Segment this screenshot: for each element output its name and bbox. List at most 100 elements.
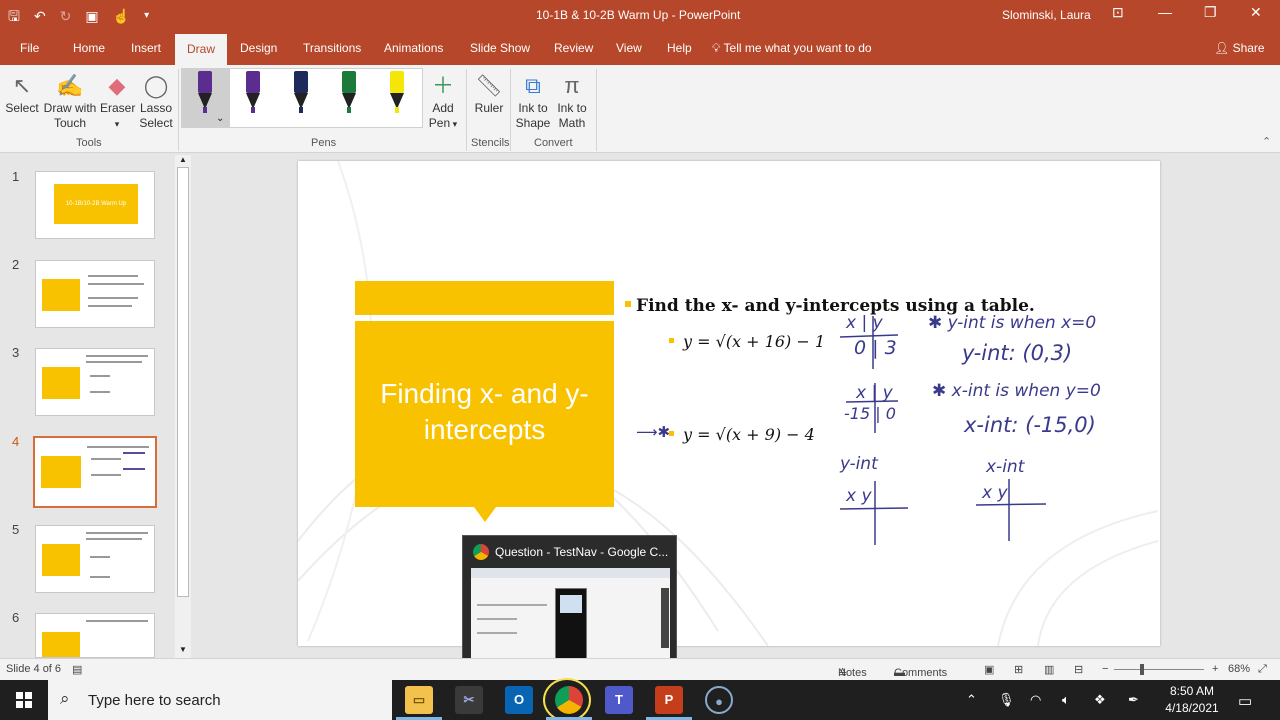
- zoom-in-button[interactable]: +: [1212, 663, 1218, 675]
- tab-transitions[interactable]: Transitions: [303, 41, 361, 55]
- accessibility-icon[interactable]: ▤: [72, 663, 82, 676]
- tab-slide-show[interactable]: Slide Show: [470, 41, 530, 55]
- pen-1[interactable]: [194, 71, 216, 125]
- microphone-icon[interactable]: 🎙︎: [998, 692, 1015, 708]
- volume-icon[interactable]: 🔈︎: [1062, 692, 1070, 708]
- thumb-text-line: [87, 446, 149, 448]
- tell-me-search[interactable]: 💡︎ Tell me what you want to do: [712, 41, 872, 56]
- minimize-icon[interactable]: —: [1158, 4, 1172, 20]
- group-label-pens: Pens: [311, 137, 337, 149]
- highlighter-pen[interactable]: [386, 71, 408, 125]
- close-icon[interactable]: ✕: [1250, 4, 1262, 21]
- show-hidden-icons-icon[interactable]: ⌃: [966, 692, 977, 708]
- share-button[interactable]: 👤︎ Share: [1214, 41, 1265, 55]
- ruler-button[interactable]: 📏︎ Ruler: [472, 71, 506, 116]
- thumbnail-slide-4[interactable]: [33, 436, 157, 508]
- tab-animations[interactable]: Animations: [384, 41, 443, 55]
- zoom-slider-thumb[interactable]: [1140, 664, 1144, 675]
- taskbar-clock[interactable]: 8:50 AM 4/18/2021: [1160, 683, 1224, 717]
- cursor-highlight-ring: [543, 678, 591, 720]
- start-button[interactable]: [0, 680, 48, 720]
- wifi-icon[interactable]: ◠: [1030, 692, 1041, 708]
- zoom-slider-track[interactable]: [1114, 669, 1204, 670]
- pen-4[interactable]: [338, 71, 360, 125]
- thumbnail-slide-3[interactable]: [35, 348, 155, 416]
- cortana-icon[interactable]: ●: [705, 686, 733, 714]
- add-pen-button[interactable]: ＋ Add Pen ▾: [426, 71, 460, 132]
- preview-toolbar: [471, 568, 670, 578]
- redo-icon[interactable]: ↻: [60, 6, 72, 26]
- ink-to-math-button[interactable]: π Ink to Math: [554, 71, 590, 131]
- outlook-icon[interactable]: O: [505, 686, 533, 714]
- select-button[interactable]: ↖ Select: [5, 71, 39, 116]
- undo-icon[interactable]: ↶: [34, 6, 46, 26]
- tab-file[interactable]: File: [20, 41, 39, 55]
- scrollbar-thumb[interactable]: [177, 167, 189, 597]
- thumb-title-box: [41, 456, 81, 488]
- taskbar-window-preview[interactable]: Question - TestNav - Google C...: [462, 535, 677, 678]
- eraser-button[interactable]: ◆ Eraser ▾: [100, 71, 135, 132]
- taskbar-search[interactable]: ⌕ Type here to search: [48, 680, 392, 720]
- calculator-image: [555, 588, 587, 668]
- teams-icon[interactable]: T: [605, 686, 633, 714]
- zoom-level[interactable]: 68%: [1228, 663, 1250, 675]
- save-icon[interactable]: 🖫: [8, 6, 20, 26]
- tab-insert[interactable]: Insert: [131, 41, 161, 55]
- collapse-ribbon-icon[interactable]: ⌃: [1262, 135, 1271, 148]
- thumbnail-slide-5[interactable]: [35, 525, 155, 593]
- equation-2[interactable]: y = √(x + 9) − 4: [669, 425, 815, 444]
- thumbnail-slide-2[interactable]: [35, 260, 155, 328]
- tab-review[interactable]: Review: [554, 41, 593, 55]
- notifications-icon[interactable]: ▭: [1238, 692, 1252, 710]
- normal-view-icon[interactable]: ▣: [984, 663, 994, 676]
- pen-3[interactable]: [290, 71, 312, 125]
- tab-draw[interactable]: Draw: [175, 34, 228, 65]
- slideshow-view-icon[interactable]: ⊟: [1074, 663, 1083, 676]
- preview-title: Question - TestNav - Google C...: [495, 545, 669, 559]
- zoom-out-button[interactable]: −: [1102, 663, 1108, 675]
- thumb-text-line: [86, 361, 142, 363]
- ink-to-shape-button[interactable]: ⧉ Ink to Shape: [515, 71, 551, 131]
- tab-home[interactable]: Home: [73, 41, 105, 55]
- dropbox-icon[interactable]: ❖: [1094, 692, 1106, 708]
- draw-with-touch-button[interactable]: ✍ Draw with Touch: [40, 71, 100, 131]
- slide-sorter-icon[interactable]: ⊞: [1014, 663, 1023, 676]
- pen-workspace-icon[interactable]: ✒: [1128, 692, 1139, 708]
- tab-design[interactable]: Design: [240, 41, 277, 55]
- scroll-down-icon[interactable]: ▼: [179, 645, 187, 654]
- powerpoint-icon[interactable]: P: [655, 686, 683, 714]
- thumbnail-slide-1[interactable]: 10-1B/10-2B Warm Up: [35, 171, 155, 239]
- restore-icon[interactable]: ❐: [1204, 4, 1217, 21]
- separator: [466, 69, 467, 151]
- separator: [596, 69, 597, 151]
- user-name[interactable]: Slominski, Laura: [1002, 8, 1091, 22]
- customize-icon[interactable]: ▾: [144, 6, 149, 26]
- eraser-icon: ◆: [108, 73, 126, 98]
- pen-2[interactable]: [242, 71, 264, 125]
- slide-title[interactable]: Finding x- and y-intercepts: [355, 321, 614, 507]
- equation-1[interactable]: y = √(x + 16) − 1: [668, 332, 825, 351]
- tab-view[interactable]: View: [616, 41, 642, 55]
- ribbon-display-icon[interactable]: ⊡: [1112, 4, 1124, 21]
- lasso-icon: ◯: [143, 73, 169, 98]
- reading-view-icon[interactable]: ▥: [1044, 663, 1054, 676]
- lasso-select-button[interactable]: ◯ Lasso Select: [138, 71, 174, 131]
- fit-slide-icon[interactable]: ⤢: [1258, 663, 1267, 676]
- scroll-up-icon[interactable]: ▲: [179, 155, 187, 164]
- slide-canvas[interactable]: Finding x- and y-intercepts Find the x- …: [298, 161, 1160, 646]
- ink-table2-head: x | y: [856, 383, 893, 403]
- snip-tool-icon[interactable]: ✂: [455, 686, 483, 714]
- file-explorer-icon[interactable]: ▭: [405, 686, 433, 714]
- preview-text-line: [477, 618, 517, 620]
- pen-body: [294, 71, 308, 93]
- clock-time: 8:50 AM: [1169, 684, 1215, 698]
- thumbnail-slide-6[interactable]: [35, 613, 155, 658]
- chevron-down-icon[interactable]: ⌄: [216, 113, 224, 124]
- touch-mode-icon[interactable]: ☝: [113, 6, 130, 26]
- thumb-title-box: [42, 632, 80, 657]
- thumbnails-scrollbar[interactable]: ▲ ▼: [175, 155, 191, 658]
- thumb-text-line: [91, 474, 121, 476]
- present-icon[interactable]: ▣: [85, 6, 98, 26]
- ink-table2-row: -15 | 0: [844, 404, 896, 423]
- tab-help[interactable]: Help: [667, 41, 692, 55]
